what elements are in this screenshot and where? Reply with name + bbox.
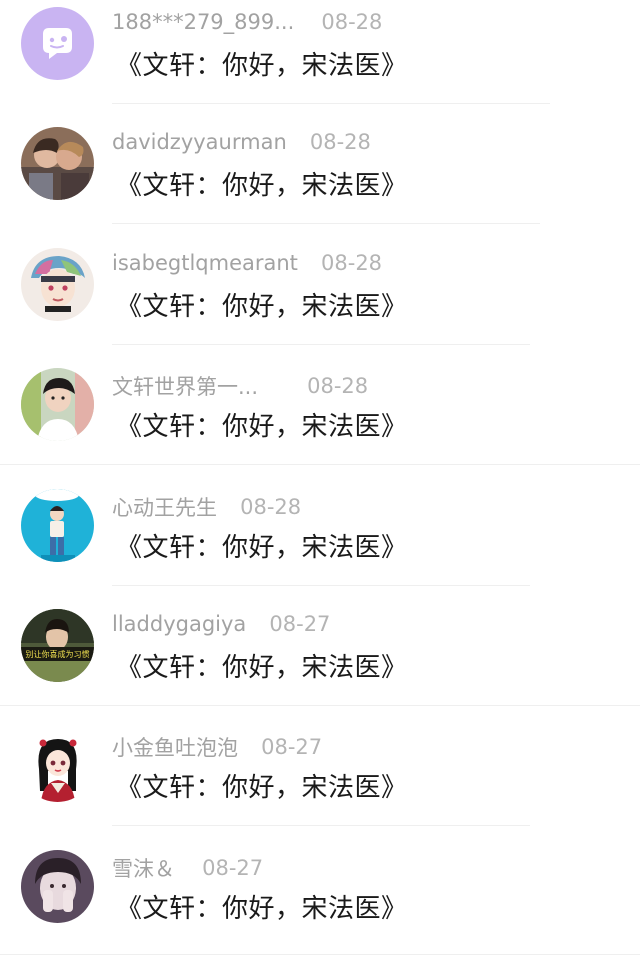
divider	[0, 464, 640, 465]
comment-date: 08-28	[307, 374, 369, 398]
avatar[interactable]: 别让你喜成为习惯	[21, 609, 94, 682]
divider	[0, 954, 640, 955]
comment-item[interactable]: davidzyyaurman 08-28 《文轩：你好，宋法医》	[0, 120, 640, 240]
divider	[112, 825, 530, 826]
comment-text: 《文轩：你好，宋法医》	[116, 533, 408, 563]
divider	[112, 344, 530, 345]
username[interactable]: lladdygagiya	[112, 612, 246, 636]
comment-item[interactable]: 188***279_899... 08-28 《文轩：你好，宋法医》	[0, 0, 640, 120]
cartoon-blue-sky-avatar-icon	[21, 489, 94, 562]
comment-list: 188***279_899... 08-28 《文轩：你好，宋法医》 david…	[0, 0, 640, 959]
avatar[interactable]	[21, 127, 94, 200]
divider	[112, 585, 530, 586]
comment-text: 《文轩：你好，宋法医》	[116, 894, 408, 924]
default-chat-avatar-icon	[21, 7, 94, 80]
comment-item[interactable]: isabegtlqmearant 08-28 《文轩：你好，宋法医》	[0, 241, 640, 361]
comment-item[interactable]: 文轩世界第一... 08-28 《文轩：你好，宋法医》	[0, 361, 640, 481]
username[interactable]: 小金鱼吐泡泡	[112, 732, 238, 762]
username[interactable]: davidzyyaurman	[112, 130, 287, 154]
username[interactable]: 文轩世界第一...	[112, 371, 258, 401]
username[interactable]: 心动王先生	[112, 492, 217, 522]
svg-text:别让你喜成为习惯: 别让你喜成为习惯	[26, 649, 90, 659]
avatar[interactable]	[21, 489, 94, 562]
avatar[interactable]	[21, 729, 94, 802]
username[interactable]: 雪沫＆	[112, 853, 175, 883]
comment-text: 《文轩：你好，宋法医》	[116, 412, 408, 442]
anime-girl-avatar-icon	[21, 729, 94, 802]
couple-photo-avatar-icon	[21, 127, 94, 200]
comment-text: 《文轩：你好，宋法医》	[116, 292, 408, 322]
comment-date: 08-28	[321, 251, 383, 275]
meme-photo-avatar-icon: 别让你喜成为习惯	[21, 609, 94, 682]
comment-item[interactable]: 别让你喜成为习惯 lladdygagiya 08-27 《文轩：你好，宋法医》	[0, 602, 640, 722]
comment-item[interactable]: 小金鱼吐泡泡 08-27 《文轩：你好，宋法医》	[0, 722, 640, 842]
comment-text: 《文轩：你好，宋法医》	[116, 653, 408, 683]
comment-date: 08-28	[240, 495, 302, 519]
young-man-photo-avatar-icon	[21, 368, 94, 441]
comment-text: 《文轩：你好，宋法医》	[116, 171, 408, 201]
comment-date: 08-27	[202, 856, 264, 880]
comment-date: 08-27	[261, 735, 323, 759]
avatar[interactable]	[21, 248, 94, 321]
comment-date: 08-28	[321, 10, 383, 34]
username[interactable]: isabegtlqmearant	[112, 251, 298, 275]
girl-face-photo-avatar-icon	[21, 850, 94, 923]
comment-date: 08-27	[269, 612, 331, 636]
comment-text: 《文轩：你好，宋法医》	[116, 773, 408, 803]
avatar[interactable]	[21, 850, 94, 923]
comment-text: 《文轩：你好，宋法医》	[116, 51, 408, 81]
anime-boy-avatar-icon	[21, 248, 94, 321]
divider	[112, 223, 540, 224]
comment-item[interactable]: 心动王先生 08-28 《文轩：你好，宋法医》	[0, 482, 640, 602]
divider	[112, 103, 550, 104]
avatar[interactable]	[21, 368, 94, 441]
comment-date: 08-28	[309, 130, 371, 154]
avatar[interactable]	[21, 7, 94, 80]
username[interactable]: 188***279_899...	[112, 10, 294, 34]
divider	[0, 705, 640, 706]
comment-item[interactable]: 雪沫＆ 08-27 《文轩：你好，宋法医》	[0, 843, 640, 963]
